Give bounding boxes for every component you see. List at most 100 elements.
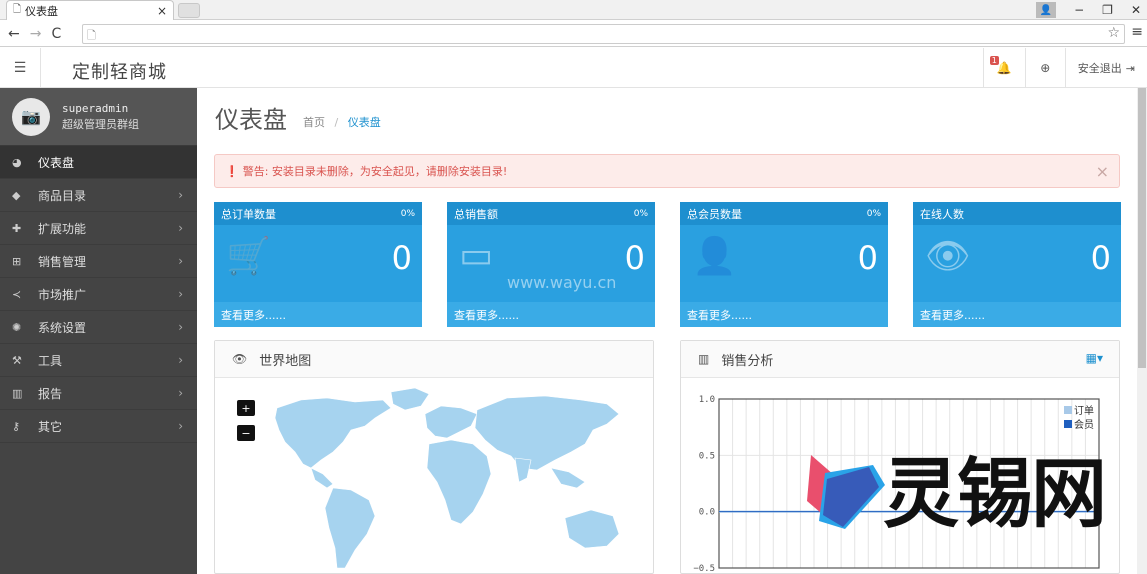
- legend-swatch: [1064, 406, 1072, 414]
- lingxi-logo-text: 灵锡网: [883, 449, 1107, 538]
- sidebar-item-label: 市场推广: [38, 287, 87, 302]
- page-title: 仪表盘: [215, 106, 287, 134]
- tile-more-link[interactable]: 查看更多......: [680, 302, 888, 327]
- tile-more-link[interactable]: 查看更多......: [214, 302, 422, 327]
- calendar-dropdown-icon[interactable]: ▦▾: [1086, 351, 1103, 365]
- notifications-button[interactable]: 1 🔔: [982, 48, 1025, 88]
- tile-percent: 0%: [866, 208, 881, 219]
- new-tab-button[interactable]: [178, 3, 200, 18]
- tile-more-link[interactable]: 查看更多......: [913, 302, 1121, 327]
- logout-label: 安全退出: [1077, 62, 1122, 75]
- sidebar-item-label: 扩展功能: [38, 221, 87, 236]
- map-australia: [564, 509, 620, 549]
- credit-card-icon: ▭: [459, 235, 494, 276]
- page-scrollbar[interactable]: [1137, 88, 1147, 574]
- document-icon: 🗋: [13, 4, 22, 15]
- legend-label: 订单: [1074, 405, 1094, 417]
- reload-icon[interactable]: C: [51, 26, 61, 42]
- bookmark-star-icon[interactable]: ☆: [1107, 25, 1120, 41]
- avatar-camera-icon: 📷: [12, 97, 50, 136]
- world-map[interactable]: [215, 378, 655, 574]
- browser-tab[interactable]: 🗋 仪表盘 ×: [6, 0, 174, 20]
- sign-out-icon: ⇥: [1125, 61, 1135, 75]
- sidebar-item-settings[interactable]: ✺ 系统设置 ›: [0, 311, 197, 344]
- forward-icon[interactable]: →: [30, 26, 42, 42]
- panel-title: 世界地图: [259, 353, 312, 369]
- puzzle-icon: ✚: [12, 221, 22, 235]
- map-south-america: [324, 487, 376, 569]
- warning-alert: ❗ 警告: 安装目录未删除，为安全起见，请删除安装目录! ×: [214, 154, 1120, 188]
- y-tick-label: 0.5: [699, 451, 715, 461]
- minimize-button[interactable]: −: [1074, 3, 1084, 17]
- sidebar-item-marketing[interactable]: ≺ 市场推广 ›: [0, 278, 197, 311]
- tile-percent: 0%: [400, 208, 415, 219]
- bell-icon: 🔔: [996, 61, 1012, 75]
- gear-icon: ✺: [12, 320, 22, 334]
- legend-swatch: [1064, 420, 1072, 428]
- back-icon[interactable]: ←: [8, 26, 20, 42]
- map-asia: [474, 395, 620, 471]
- cart-icon: ⊞: [12, 254, 22, 268]
- sidebar-item-label: 工具: [38, 353, 63, 368]
- browser-menu-icon[interactable]: ≡: [1131, 24, 1143, 40]
- map-india: [514, 457, 532, 483]
- page-icon: 🗋: [87, 29, 96, 42]
- user-profile[interactable]: 📷 superadmin 超级管理员群组: [0, 88, 197, 146]
- sidebar-toggle-icon[interactable]: ☰: [0, 48, 41, 88]
- sidebar-item-dashboard[interactable]: ◕ 仪表盘: [0, 146, 197, 179]
- chevron-right-icon: ›: [178, 419, 183, 433]
- map-southeast-asia: [550, 467, 586, 489]
- tile-value: 0: [624, 239, 645, 277]
- brand-title: 定制轻商城: [72, 62, 167, 83]
- map-greenland: [390, 387, 430, 411]
- breadcrumb: 首页 / 仪表盘: [303, 114, 381, 130]
- stat-tiles: 总订单数量 0% 🛒 0 查看更多...... 总销售额 0% ▭ 0 查看更多....…: [214, 202, 1121, 327]
- panel-header: ▥ 销售分析 ▦▾: [681, 341, 1119, 378]
- chevron-right-icon: ›: [178, 188, 183, 202]
- sidebar-item-tools[interactable]: ⚒ 工具 ›: [0, 344, 197, 377]
- scrollbar-thumb[interactable]: [1138, 88, 1146, 368]
- breadcrumb-current[interactable]: 仪表盘: [348, 116, 381, 129]
- chevron-right-icon: ›: [178, 320, 183, 334]
- tile-more-link[interactable]: 查看更多......: [447, 302, 655, 327]
- eye-icon: 👁: [925, 236, 971, 277]
- sidebar-item-extensions[interactable]: ✚ 扩展功能 ›: [0, 212, 197, 245]
- map-north-america: [274, 397, 392, 469]
- chevron-right-icon: ›: [178, 287, 183, 301]
- bar-chart-icon: ▥: [698, 352, 710, 366]
- world-map-panel: 👁 世界地图 + −: [214, 340, 654, 574]
- maximize-button[interactable]: ❐: [1102, 3, 1113, 17]
- user-role: 超级管理员群组: [62, 117, 139, 131]
- tag-icon: ◆: [12, 188, 21, 202]
- sidebar-item-label: 其它: [38, 419, 63, 434]
- chevron-right-icon: ›: [178, 221, 183, 235]
- header-actions: 1 🔔 ⊕ 安全退出 ⇥: [982, 48, 1147, 88]
- username: superadmin: [62, 101, 129, 115]
- breadcrumb-home[interactable]: 首页: [303, 116, 325, 129]
- sidebar-item-other[interactable]: ⚷ 其它 ›: [0, 410, 197, 443]
- alert-close-button[interactable]: ×: [1096, 162, 1109, 181]
- wrench-icon: ⚒: [12, 353, 22, 367]
- tile-title: 在线人数: [920, 207, 964, 221]
- help-button[interactable]: ⊕: [1024, 48, 1065, 88]
- url-field[interactable]: 🗋 ☆: [82, 24, 1125, 44]
- logout-button[interactable]: 安全退出 ⇥: [1064, 48, 1147, 88]
- site-watermark: www.wayu.cn: [507, 273, 617, 292]
- tab-close-button[interactable]: ×: [157, 4, 167, 18]
- y-tick-label: −0.5: [693, 564, 715, 574]
- profile-icon[interactable]: 👤: [1036, 2, 1057, 18]
- close-window-button[interactable]: ✕: [1131, 3, 1141, 17]
- cart-icon: 🛒: [226, 236, 271, 277]
- share-icon: ≺: [12, 287, 22, 301]
- sidebar-item-catalog[interactable]: ◆ 商品目录 ›: [0, 179, 197, 212]
- y-tick-label: 1.0: [699, 395, 715, 405]
- tile-value: 0: [857, 239, 878, 277]
- legend-label: 会员: [1074, 418, 1094, 431]
- y-tick-label: 0.0: [699, 508, 715, 518]
- sidebar-item-sales[interactable]: ⊞ 销售管理 ›: [0, 245, 197, 278]
- sidebar: 📷 superadmin 超级管理员群组 ◕ 仪表盘 ◆ 商品目录 › ✚ 扩展…: [0, 88, 197, 574]
- sidebar-item-label: 商品目录: [38, 188, 87, 203]
- sidebar-item-reports[interactable]: ▥ 报告 ›: [0, 377, 197, 410]
- tile-total-orders: 总订单数量 0% 🛒 0 查看更多......: [214, 202, 422, 327]
- lifebuoy-icon: ⊕: [1040, 61, 1051, 75]
